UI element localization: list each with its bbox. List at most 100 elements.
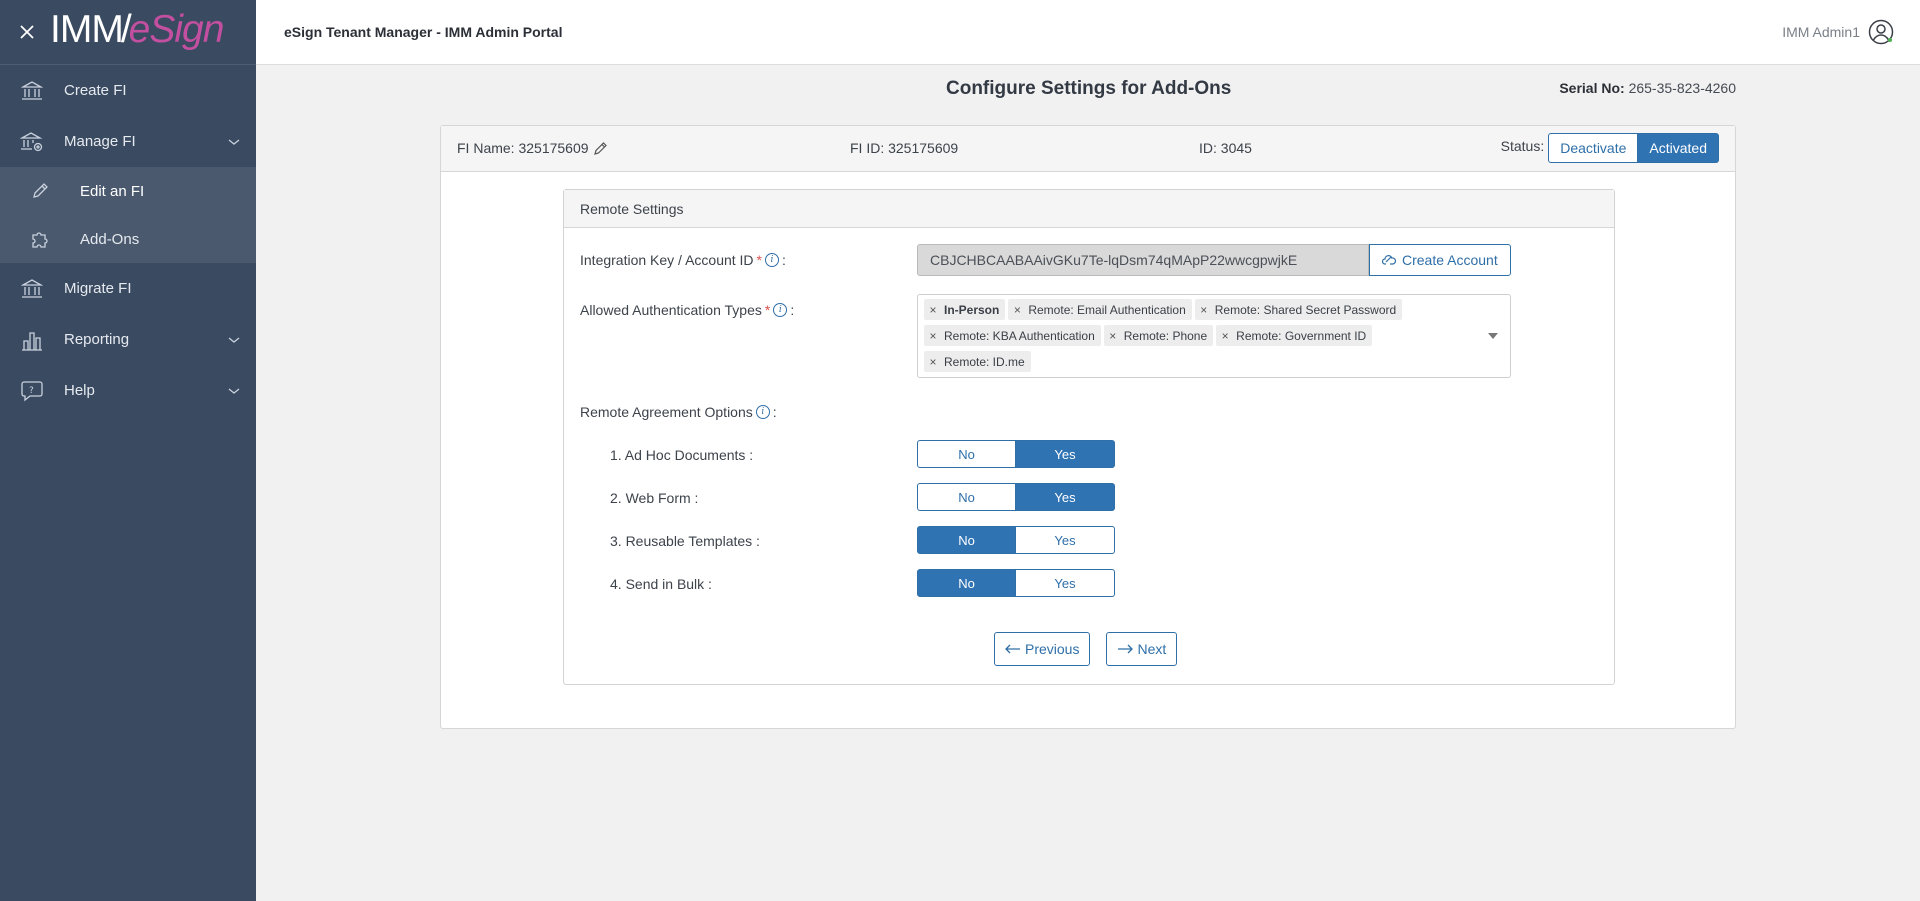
auth-tag-label: Remote: Government ID bbox=[1236, 328, 1367, 343]
web-form-yes-button[interactable]: Yes bbox=[1016, 483, 1115, 511]
fi-card: FI Name: 325175609 FI ID: 325175609 ID: … bbox=[440, 125, 1736, 729]
auth-tag-label: Remote: Phone bbox=[1123, 328, 1208, 343]
auth-tag-label: In-Person bbox=[944, 302, 1000, 317]
serial-value: 265-35-823-4260 bbox=[1628, 80, 1736, 96]
user-menu[interactable]: IMM Admin1 bbox=[1782, 0, 1894, 64]
user-name: IMM Admin1 bbox=[1782, 24, 1860, 40]
agreement-options-label-text: Remote Agreement Options bbox=[580, 404, 753, 420]
ad-hoc-yes-button[interactable]: Yes bbox=[1016, 440, 1115, 468]
sidebar-item-reporting[interactable]: Reporting bbox=[0, 314, 256, 365]
previous-label: Previous bbox=[1025, 641, 1080, 657]
integration-key-input[interactable] bbox=[917, 244, 1369, 276]
sidebar-item-migrate-fi[interactable]: Migrate FI bbox=[0, 263, 256, 314]
puzzle-icon bbox=[0, 229, 80, 249]
user-avatar-icon bbox=[1868, 19, 1894, 45]
deactivate-button[interactable]: Deactivate bbox=[1548, 133, 1639, 163]
ad-hoc-no-button[interactable]: No bbox=[917, 440, 1016, 468]
remove-tag-icon[interactable]: × bbox=[924, 355, 942, 369]
dropdown-caret-icon[interactable] bbox=[1488, 333, 1498, 339]
info-icon[interactable]: i bbox=[755, 405, 770, 419]
bank-gear-icon bbox=[0, 131, 64, 152]
remove-tag-icon[interactable]: × bbox=[1104, 329, 1122, 343]
remote-settings-title: Remote Settings bbox=[564, 190, 1614, 228]
sidebar-item-label: Edit an FI bbox=[80, 182, 145, 200]
svg-text:?: ? bbox=[29, 386, 34, 396]
auth-types-multiselect[interactable]: × In-Person × Remote: Email Authentication… bbox=[917, 294, 1511, 378]
info-icon[interactable]: i bbox=[773, 303, 788, 317]
ad-hoc-toggle: No Yes bbox=[917, 440, 1115, 468]
auth-tag: × Remote: Email Authentication bbox=[1008, 299, 1192, 320]
auth-tag-label: Remote: KBA Authentication bbox=[944, 328, 1095, 343]
reusable-templates-yes-button[interactable]: Yes bbox=[1016, 526, 1115, 554]
status-toggle: Deactivate Activated bbox=[1548, 133, 1719, 163]
sidebar-item-help[interactable]: ? Help bbox=[0, 365, 256, 416]
app-title: eSign Tenant Manager - IMM Admin Portal bbox=[284, 24, 563, 40]
reusable-templates-toggle: No Yes bbox=[917, 526, 1115, 554]
sidebar-item-create-fi[interactable]: Create FI bbox=[0, 65, 256, 116]
web-form-no-button[interactable]: No bbox=[917, 483, 1016, 511]
serial-label: Serial No: bbox=[1559, 80, 1625, 96]
cloud-link-icon bbox=[1382, 255, 1396, 265]
edit-pencil-icon[interactable] bbox=[593, 141, 608, 156]
auth-tag: × Remote: ID.me bbox=[924, 351, 1031, 372]
page-title: Configure Settings for Add-Ons bbox=[946, 78, 1232, 99]
main-content: Configure Settings for Add-Ons Serial No… bbox=[256, 65, 1920, 901]
required-marker: * bbox=[756, 252, 762, 268]
chevron-down-icon bbox=[228, 336, 240, 343]
next-label: Next bbox=[1137, 641, 1167, 657]
send-in-bulk-toggle: No Yes bbox=[917, 569, 1115, 597]
bar-chart-icon bbox=[0, 329, 64, 351]
auth-tag: × Remote: Shared Secret Password bbox=[1194, 299, 1403, 320]
chevron-up-icon bbox=[228, 138, 240, 145]
bank-icon bbox=[0, 80, 64, 101]
auth-tag: × Remote: Phone bbox=[1103, 325, 1214, 346]
activated-button[interactable]: Activated bbox=[1638, 133, 1719, 163]
next-button[interactable]: Next bbox=[1106, 632, 1178, 666]
logo-text-esign: eSign bbox=[128, 8, 225, 51]
fi-name: FI Name: 325175609 bbox=[457, 140, 608, 156]
serial-number: Serial No: 265-35-823-4260 bbox=[1559, 80, 1736, 96]
manage-fi-submenu: Edit an FI Add-Ons bbox=[0, 167, 256, 263]
auth-types-label-text: Allowed Authentication Types bbox=[580, 302, 762, 318]
status-label: Status: bbox=[1500, 138, 1545, 154]
remove-tag-icon[interactable]: × bbox=[1195, 303, 1213, 317]
pencil-icon bbox=[0, 182, 80, 200]
auth-tag-label: Remote: ID.me bbox=[944, 354, 1025, 369]
info-icon[interactable]: i bbox=[765, 253, 779, 267]
close-sidebar-button[interactable] bbox=[0, 0, 54, 64]
fi-info-bar: FI Name: 325175609 FI ID: 325175609 ID: … bbox=[441, 126, 1735, 172]
bank-migrate-icon bbox=[0, 278, 64, 299]
auth-tag: × Remote: KBA Authentication bbox=[924, 325, 1101, 346]
reusable-templates-no-button[interactable]: No bbox=[917, 526, 1016, 554]
sidebar-item-label: Add-Ons bbox=[80, 230, 140, 248]
remove-tag-icon[interactable]: × bbox=[1008, 303, 1026, 317]
option-label-send-in-bulk: 4. Send in Bulk : bbox=[610, 576, 712, 592]
integration-key-group: Create Account bbox=[917, 244, 1511, 276]
option-label-ad-hoc: 1. Ad Hoc Documents : bbox=[610, 447, 754, 463]
auth-tag-label: Remote: Email Authentication bbox=[1028, 302, 1186, 317]
arrow-right-icon bbox=[1118, 644, 1134, 654]
send-in-bulk-yes-button[interactable]: Yes bbox=[1016, 569, 1115, 597]
arrow-left-icon bbox=[1005, 644, 1020, 654]
sidebar-subitem-edit-fi[interactable]: Edit an FI bbox=[0, 167, 256, 215]
auth-tag: × In-Person bbox=[924, 299, 1006, 320]
fi-internal-id: ID: 3045 bbox=[1199, 140, 1252, 156]
fi-name-text: FI Name: 325175609 bbox=[457, 140, 589, 156]
sidebar-item-label: Reporting bbox=[64, 331, 130, 348]
previous-button[interactable]: Previous bbox=[994, 632, 1091, 666]
option-label-reusable-templates: 3. Reusable Templates : bbox=[610, 533, 760, 549]
fi-id: FI ID: 325175609 bbox=[850, 140, 959, 156]
sidebar-header: IMM / eSign bbox=[0, 0, 256, 65]
remove-tag-icon[interactable]: × bbox=[924, 329, 942, 343]
auth-tag-label: Remote: Shared Secret Password bbox=[1214, 302, 1397, 317]
remove-tag-icon[interactable]: × bbox=[924, 303, 942, 317]
remote-settings-panel: Remote Settings Integration Key / Accoun… bbox=[563, 189, 1615, 685]
app-logo: IMM / eSign bbox=[50, 8, 225, 51]
auth-types-label: Allowed Authentication Types * i : bbox=[580, 302, 794, 318]
sidebar-subitem-add-ons[interactable]: Add-Ons bbox=[0, 215, 256, 263]
send-in-bulk-no-button[interactable]: No bbox=[917, 569, 1016, 597]
web-form-toggle: No Yes bbox=[917, 483, 1115, 511]
sidebar-item-manage-fi[interactable]: Manage FI bbox=[0, 116, 256, 167]
remove-tag-icon[interactable]: × bbox=[1216, 329, 1234, 343]
create-account-button[interactable]: Create Account bbox=[1369, 244, 1511, 276]
